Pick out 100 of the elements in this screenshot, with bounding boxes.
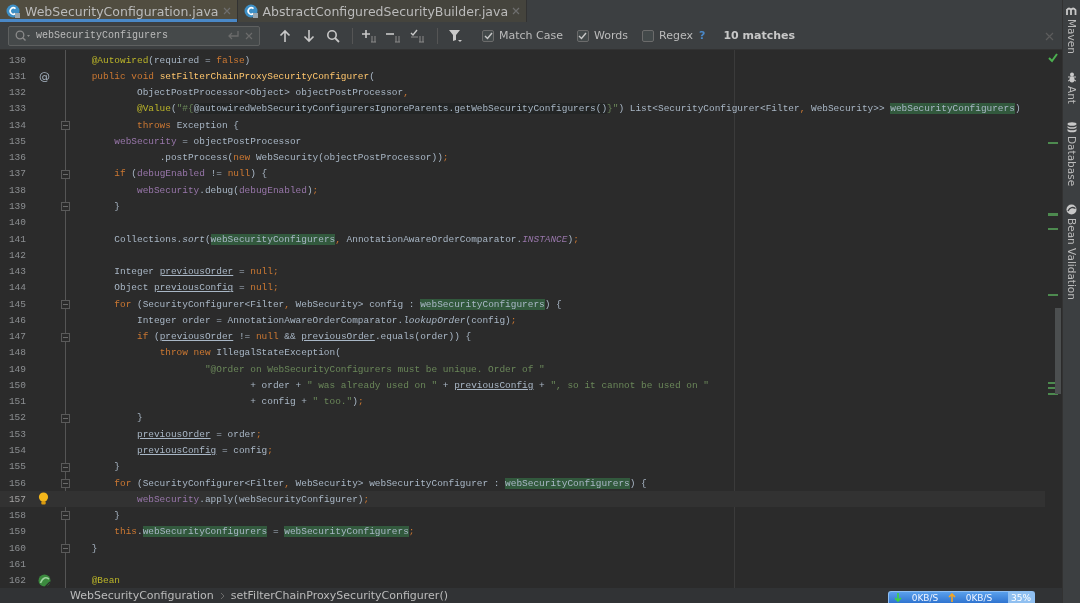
arrow-up-icon[interactable] [279, 28, 291, 43]
fold-icon[interactable] [61, 202, 70, 212]
add-selection-icon[interactable] [362, 28, 378, 43]
code-line: throw new IllegalStateException( [158, 347, 341, 359]
lightbulb-icon[interactable] [38, 492, 49, 507]
match-count: 10 matches [723, 29, 795, 42]
code-line: throws Exception { [135, 119, 239, 131]
code-line: } [135, 412, 143, 424]
code-line: @Value("#{@autowiredWebSecurityConfigurersIgnoreParents.getWebSecurityConfigurers()}") List<SecurityConfigurer<Filter, WebSecurity>> webSecurityConfigurers) [135, 103, 1021, 115]
tool-window-button[interactable]: Maven [1065, 6, 1078, 54]
file-tab[interactable]: AbstractConfiguredSecurityBuilder.java [237, 0, 528, 22]
search-icon[interactable] [326, 28, 340, 43]
line-number: 130 [7, 54, 26, 66]
check-icon [483, 31, 493, 40]
line-number: 162 [7, 575, 26, 587]
checkbox[interactable] [577, 29, 589, 42]
code-line: } [113, 461, 120, 473]
fold-icon[interactable] [61, 478, 70, 488]
upload-arrow-icon [948, 593, 956, 602]
close-icon[interactable] [222, 7, 231, 15]
fold-icon[interactable] [61, 300, 70, 309]
checkbox[interactable] [482, 29, 494, 42]
code-line: + config + " too."); [249, 396, 364, 408]
code-line: @Bean [90, 575, 120, 587]
code-line: this.webSecurityConfigurers = webSecurityConfigurers; [113, 526, 415, 538]
code-line: previousOrder = order; [135, 428, 262, 440]
close-icon[interactable] [1045, 32, 1054, 41]
option-checkbox[interactable]: Regex [642, 29, 693, 42]
code-line: + order + " was already used on " + previousConfig + ", so it cannot be used on " [249, 379, 709, 391]
option-checkbox[interactable]: Words [577, 29, 628, 42]
breadcrumb[interactable]: WebSecurityConfiguration [70, 589, 214, 602]
select-all-icon[interactable] [410, 28, 426, 43]
line-number: 160 [7, 542, 26, 554]
line-number: 142 [7, 249, 26, 261]
code-line: if (debugEnabled != null) { [113, 168, 268, 180]
ant-icon [1066, 71, 1077, 83]
java-class-icon [6, 3, 21, 19]
bean-icon[interactable] [38, 573, 51, 587]
check-icon [578, 31, 588, 40]
tool-window-button[interactable]: Bean Validation [1065, 203, 1078, 300]
line-number: 131 [7, 70, 26, 82]
code-line: for (SecurityConfigurer<Filter, WebSecurity> webSecurityConfigurer : webSecurityConfigurers) { [113, 477, 647, 489]
search-icon[interactable] [15, 29, 31, 42]
maven-icon [1066, 6, 1077, 16]
line-number: 132 [7, 87, 26, 99]
bean-icon [1066, 203, 1077, 215]
upload-speed: 0KB/S [964, 592, 994, 603]
code-line: public void setFilterChainProxySecurityConfigurer( [90, 70, 375, 82]
line-number: 152 [7, 412, 26, 424]
breadcrumb[interactable]: setFilterChainProxySecurityConfigurer() [230, 589, 448, 602]
tool-window-button[interactable]: Database [1065, 121, 1078, 186]
line-number: 158 [7, 510, 26, 522]
line-number: 151 [7, 396, 26, 408]
code-line: webSecurity.apply(webSecurityConfigurer); [135, 493, 370, 505]
line-number: 159 [7, 526, 26, 538]
line-number: 150 [7, 379, 26, 391]
option-label[interactable]: Match Case [499, 29, 563, 42]
line-number: 154 [7, 445, 26, 456]
file-tab[interactable]: WebSecurityConfiguration.java [0, 0, 238, 22]
line-number: 153 [7, 428, 26, 440]
code-line: previousConfig = config; [135, 445, 273, 456]
option-label[interactable]: Regex [659, 29, 693, 42]
fold-icon[interactable] [61, 413, 70, 423]
fold-icon[interactable] [61, 121, 70, 131]
code-line: Integer previousOrder = null; [113, 266, 279, 278]
fold-icon[interactable] [61, 462, 70, 472]
fold-icon[interactable] [61, 169, 70, 179]
fold-icon[interactable] [61, 332, 70, 342]
gutter-marker[interactable]: @ [39, 69, 50, 83]
option-checkbox[interactable]: Match Case [482, 29, 563, 42]
checkbox[interactable] [642, 29, 654, 42]
option-label[interactable]: Words [594, 29, 628, 42]
database-icon [1066, 121, 1077, 133]
code-line: .postProcess(new WebSecurity(objectPostProcessor)); [158, 152, 449, 164]
tool-window-button[interactable]: Ant [1065, 71, 1078, 104]
line-number: 133 [7, 103, 26, 115]
new-line-icon[interactable] [226, 30, 240, 41]
line-number: 148 [7, 347, 26, 359]
line-number: 155 [7, 461, 26, 473]
download-speed: 0KB/S [910, 592, 940, 603]
java-class-icon [243, 3, 259, 19]
code-line: ObjectPostProcessor<Object> objectPostProcessor, [135, 87, 409, 99]
arrow-down-icon[interactable] [303, 28, 315, 43]
line-number: 135 [7, 135, 26, 147]
line-number: 138 [7, 184, 26, 196]
line-number: 156 [7, 477, 26, 489]
close-icon[interactable] [512, 7, 521, 15]
clear-icon[interactable] [245, 31, 253, 40]
code-line: webSecurity.debug(debugEnabled); [135, 184, 319, 196]
line-number: 157 [7, 493, 26, 505]
line-number: 139 [7, 201, 26, 212]
line-number: 145 [7, 298, 26, 310]
fold-icon[interactable] [61, 543, 70, 553]
filter-icon[interactable] [448, 28, 462, 43]
search-field[interactable]: webSecurityConfigurers [8, 25, 260, 46]
chevron-icon [219, 591, 225, 600]
fold-icon[interactable] [61, 511, 70, 521]
code-line: webSecurity = objectPostProcessor [113, 135, 302, 147]
code-line: } [113, 510, 120, 522]
line-number: 136 [7, 152, 26, 164]
